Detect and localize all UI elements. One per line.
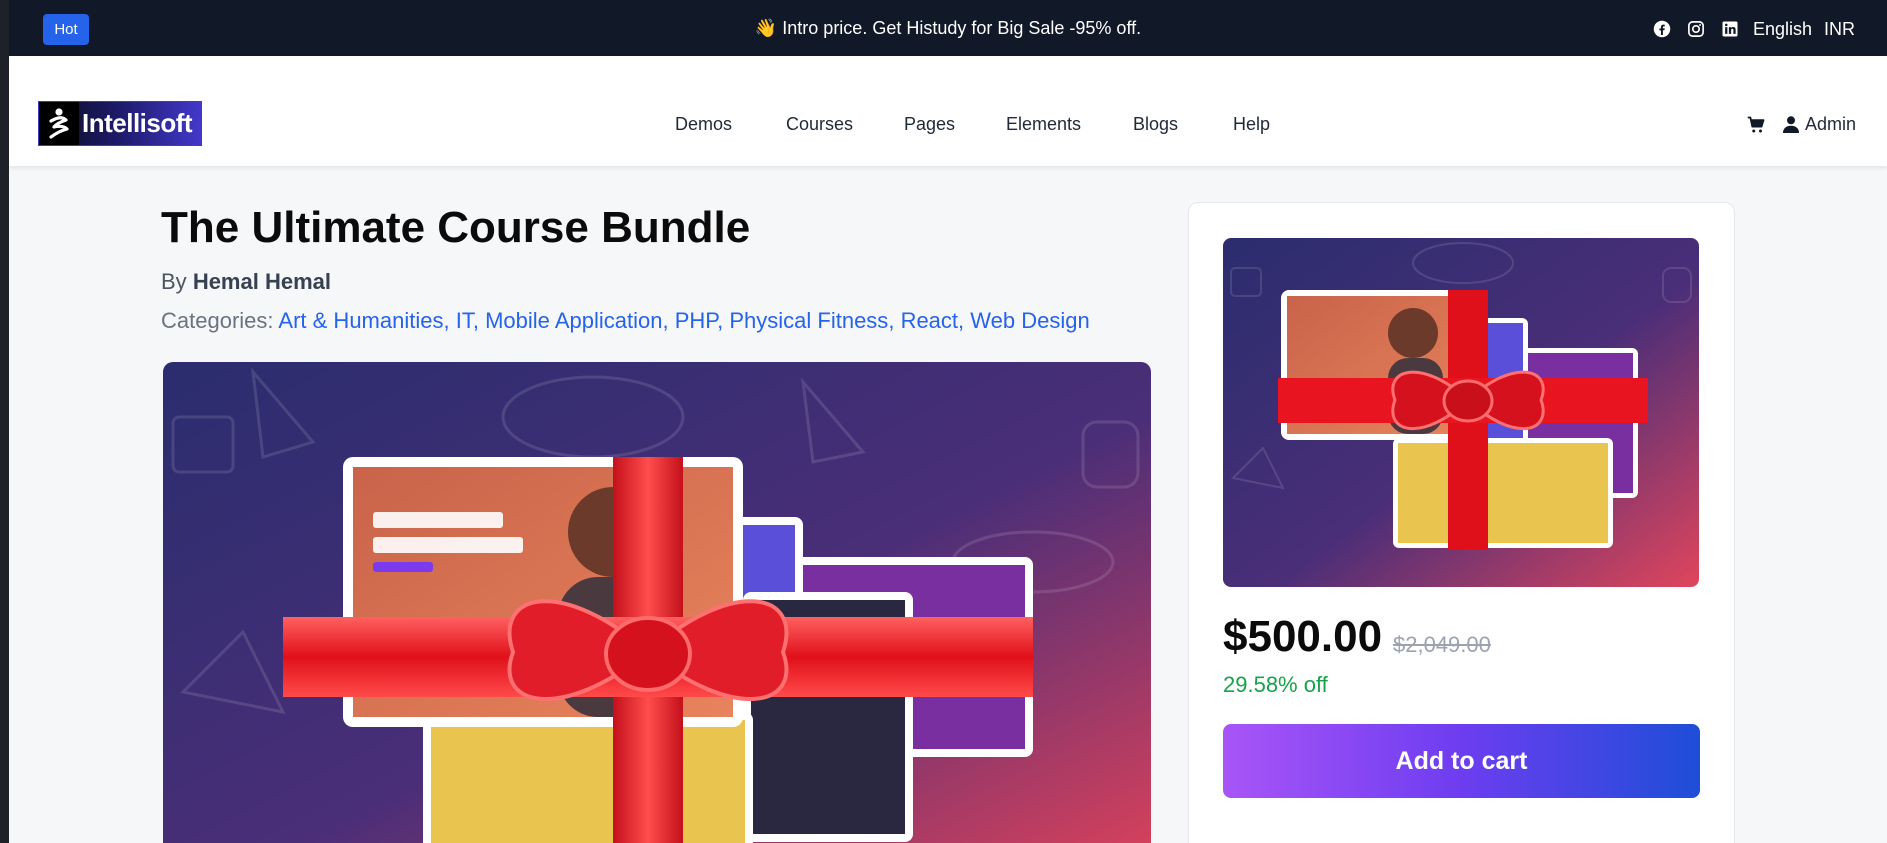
browser-page: Hot 👋 Intro price. Get Histudy for Big S… xyxy=(9,0,1887,843)
author-prefix: By xyxy=(161,269,187,294)
course-author-line: By Hemal Hemal xyxy=(161,269,331,295)
course-title: The Ultimate Course Bundle xyxy=(161,203,751,252)
site-header: Intellisoft Demos Courses Pages Elements… xyxy=(9,56,1887,166)
category-link[interactable]: Mobile Application xyxy=(485,308,662,333)
course-categories: Categories: Art & Humanities, IT, Mobile… xyxy=(161,308,1090,333)
original-price: $2,049.00 xyxy=(1393,632,1491,657)
nav-courses[interactable]: Courses xyxy=(786,114,853,135)
categories-label: Categories: xyxy=(161,308,274,333)
user-name: Admin xyxy=(1805,114,1857,134)
currency-selector[interactable]: INR xyxy=(1824,19,1855,40)
category-link[interactable]: IT xyxy=(456,308,473,333)
language-selector[interactable]: English xyxy=(1753,19,1812,40)
announcement-text: 👋 Intro price. Get Histudy for Big Sale … xyxy=(754,18,1142,38)
category-link[interactable]: PHP xyxy=(675,308,717,333)
add-to-cart-button[interactable]: Add to cart xyxy=(1223,724,1700,798)
linkedin-icon[interactable] xyxy=(1721,20,1739,38)
user-menu[interactable]: Admin xyxy=(1783,114,1856,135)
category-link[interactable]: React xyxy=(901,308,958,333)
instagram-icon[interactable] xyxy=(1687,20,1705,38)
announcement-bar: Hot 👋 Intro price. Get Histudy for Big S… xyxy=(9,0,1887,56)
nav-pages[interactable]: Pages xyxy=(904,114,955,135)
category-link[interactable]: Web Design xyxy=(970,308,1089,333)
current-price: $500.00 xyxy=(1223,612,1383,661)
user-icon xyxy=(1783,116,1799,133)
author-name[interactable]: Hemal Hemal xyxy=(193,269,331,294)
nav-blogs[interactable]: Blogs xyxy=(1133,114,1178,135)
cart-icon[interactable] xyxy=(1747,116,1765,134)
logo-text: Intellisoft xyxy=(82,108,193,138)
category-link[interactable]: Physical Fitness xyxy=(729,308,888,333)
nav-demos[interactable]: Demos xyxy=(675,114,732,135)
course-thumbnail[interactable] xyxy=(1223,238,1699,587)
facebook-icon[interactable] xyxy=(1653,20,1671,38)
course-hero-image xyxy=(163,362,1151,843)
nav-elements[interactable]: Elements xyxy=(1006,114,1081,135)
discount-percentage: 29.58% off xyxy=(1223,672,1328,697)
category-link[interactable]: Art & Humanities xyxy=(278,308,443,333)
logo-mark-icon xyxy=(39,102,79,145)
nav-help[interactable]: Help xyxy=(1233,114,1270,135)
site-logo[interactable]: Intellisoft xyxy=(38,101,202,146)
